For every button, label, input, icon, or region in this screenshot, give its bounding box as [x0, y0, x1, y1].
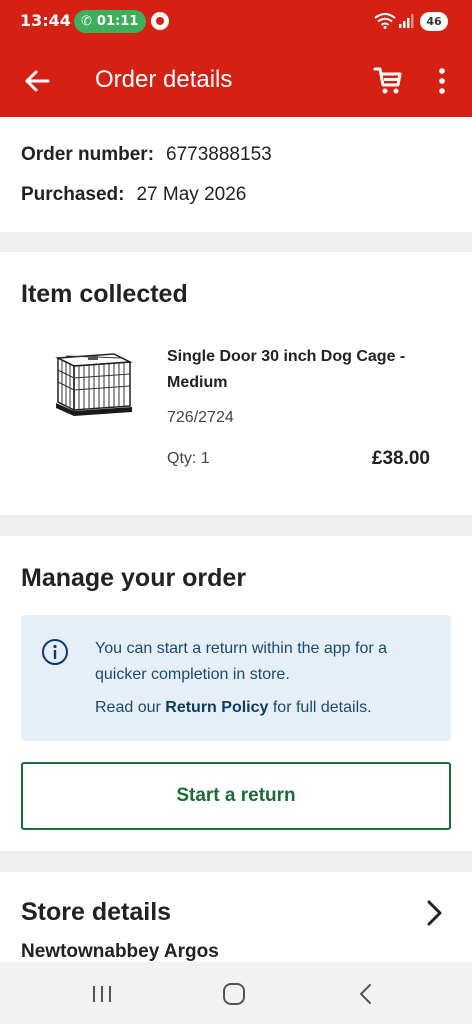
battery-icon: 46	[420, 12, 448, 31]
order-number-row: Order number: 6773888153	[21, 144, 272, 166]
cart-icon[interactable]	[372, 64, 404, 96]
store-details-card[interactable]: Store details Newtownabbey Argos	[0, 872, 472, 962]
phone-icon: ✆	[81, 14, 92, 29]
manage-section-title: Manage your order	[21, 564, 247, 592]
purchased-label: Purchased:	[21, 184, 125, 205]
status-bar: 13:44 ✆ 01:11 46	[0, 0, 472, 44]
product-code: 726/2724	[167, 409, 234, 426]
signal-icon	[399, 14, 414, 28]
back-arrow-icon[interactable]	[22, 66, 52, 96]
home-icon[interactable]	[222, 982, 246, 1006]
return-policy-link[interactable]: Return Policy	[165, 699, 268, 716]
order-number-value: 6773888153	[166, 144, 272, 165]
call-duration: 01:11	[96, 14, 139, 29]
info-icon	[42, 639, 68, 665]
return-info-box: You can start a return within the app fo…	[21, 615, 451, 741]
return-policy-suffix: for full details.	[268, 699, 372, 716]
purchased-row: Purchased: 27 May 2026	[21, 184, 246, 206]
items-card: Item collected Single Door 30 inch Dog C…	[0, 252, 472, 515]
app-bar: Order details	[0, 44, 472, 117]
store-name: Newtownabbey Argos	[21, 941, 219, 962]
page-title: Order details	[95, 66, 233, 93]
product-name[interactable]: Single Door 30 inch Dog Cage - Medium	[167, 344, 437, 396]
system-nav-bar	[0, 962, 472, 1024]
chevron-right-icon[interactable]	[424, 898, 446, 928]
product-price: £38.00	[371, 448, 430, 469]
purchased-value: 27 May 2026	[136, 184, 247, 205]
order-info-card: Order number: 6773888153 Purchased: 27 M…	[0, 117, 472, 232]
manage-order-card: Manage your order You can start a return…	[0, 536, 472, 851]
return-policy-prefix: Read our	[95, 699, 166, 716]
order-number-label: Order number:	[21, 144, 155, 165]
product-image[interactable]	[52, 348, 134, 418]
more-options-icon[interactable]	[430, 66, 454, 96]
status-time: 13:44	[20, 11, 71, 30]
system-back-icon[interactable]	[356, 982, 374, 1006]
wifi-icon	[374, 13, 396, 29]
record-icon	[151, 12, 169, 30]
return-info-text: You can start a return within the app fo…	[95, 640, 388, 683]
ongoing-call-pill[interactable]: ✆ 01:11	[74, 10, 146, 33]
store-section-title: Store details	[21, 898, 172, 926]
return-policy-line: Read our Return Policy for full details.	[95, 695, 440, 721]
items-section-title: Item collected	[21, 280, 188, 308]
start-return-button[interactable]: Start a return	[21, 762, 451, 830]
recent-apps-icon[interactable]	[90, 984, 114, 1004]
product-quantity: Qty: 1	[167, 450, 210, 467]
